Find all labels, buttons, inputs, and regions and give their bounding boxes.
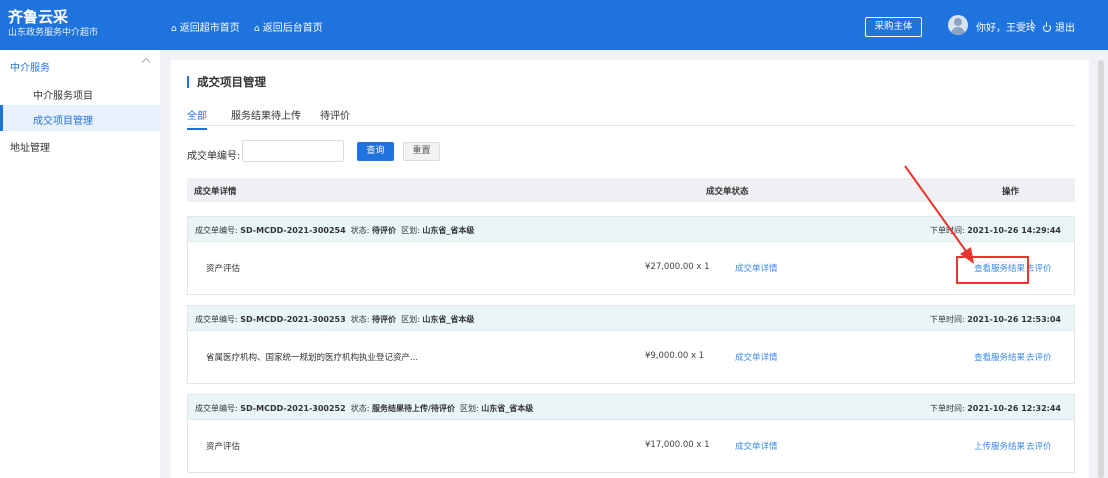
order-time-value: 2021-10-26 12:32:44 [967, 404, 1061, 413]
top-header: 齐鲁云采 山东政务服务中介超市 ⌂ 返回超市首页 ⌂ 返回后台首页 采购主体 你好，… [0, 0, 1108, 50]
order-time-value: 2021-10-26 14:29:44 [967, 226, 1061, 235]
sidebar-group-label: 中介服务 [10, 63, 50, 74]
chevron-up-icon [141, 57, 151, 67]
order-meta: 成交单编号: SD-MCDD-2021-300253 状态: 待评价 区划: 山… [195, 314, 474, 325]
review-link[interactable]: 去评价 [1026, 351, 1052, 363]
order-header: 成交单编号: SD-MCDD-2021-300253 状态: 待评价 区划: 山… [188, 306, 1074, 331]
order-no-label: 成交单编号: [195, 315, 238, 324]
view-service-result-link[interactable]: 查看服务结果 [974, 351, 1025, 363]
order-meta: 成交单编号: SD-MCDD-2021-300254 状态: 待评价 区划: 山… [195, 225, 474, 236]
purchase-entity-button[interactable]: 采购主体 [865, 17, 922, 37]
logout-label: 退出 [1055, 23, 1075, 34]
logo-title: 齐鲁云采 [8, 8, 69, 26]
order-price: ¥27,000.00 x 1 [645, 262, 710, 272]
order-detail-link[interactable]: 成交单详情 [735, 262, 778, 274]
tab-pending-upload[interactable]: 服务结果待上传 [231, 107, 301, 128]
status-label: 状态: [350, 226, 370, 235]
region-label: 区划: [401, 226, 420, 235]
order-price: ¥17,000.00 x 1 [645, 440, 710, 450]
order-no-label: 成交单编号: [195, 404, 238, 413]
sidebar-item-label: 成交项目管理 [33, 116, 93, 127]
avatar-icon[interactable] [948, 15, 968, 35]
status-label: 状态: [350, 315, 370, 324]
nav-admin-home-label: 返回后台首页 [262, 23, 323, 34]
tab-pending-review[interactable]: 待评价 [320, 107, 350, 128]
annotation-highlight-box [956, 256, 1029, 284]
region-label: 区划: [401, 315, 420, 324]
sidebar-item-deal-management[interactable]: 成交项目管理 [0, 105, 160, 131]
order-no: SD-MCDD-2021-300252 [240, 404, 346, 413]
order-detail-link[interactable]: 成交单详情 [735, 351, 778, 363]
region-label: 区划: [460, 404, 479, 413]
sidebar-item-service-projects[interactable]: 中介服务项目 [0, 80, 160, 106]
order-region: 山东省_省本级 [481, 404, 534, 413]
scrollbar-thumb[interactable] [1098, 60, 1104, 478]
order-status: 服务结果待上传/待评价 [372, 404, 455, 413]
order-time-value: 2021-10-26 12:53:04 [967, 315, 1061, 324]
sidebar-item-address-management[interactable]: 地址管理 [10, 139, 50, 154]
user-greeting: 你好，王雯玲 [976, 23, 1036, 34]
order-time-label: 下单时间: [929, 226, 965, 235]
order-time: 下单时间: 2021-10-26 12:53:04 [930, 314, 1061, 325]
order-region: 山东省_省本级 [422, 226, 475, 235]
column-header-status: 成交单状态 [706, 187, 749, 197]
order-header: 成交单编号: SD-MCDD-2021-300252 状态: 服务结果待上传/待… [188, 395, 1074, 420]
reset-button[interactable]: 重置 [403, 142, 440, 161]
review-link[interactable]: 去评价 [1026, 262, 1052, 274]
header-separator: | [1030, 19, 1034, 30]
order-time: 下单时间: 2021-10-26 12:32:44 [930, 403, 1061, 414]
nav-market-home[interactable]: ⌂ 返回超市首页 [171, 19, 240, 34]
order-region: 山东省_省本级 [422, 315, 475, 324]
sidebar: 中介服务 中介服务项目 成交项目管理 地址管理 [0, 50, 160, 478]
nav-admin-home[interactable]: ⌂ 返回后台首页 [254, 19, 323, 34]
order-status: 待评价 [372, 226, 397, 235]
logout-button[interactable]: 退出 [1043, 19, 1075, 34]
order-meta: 成交单编号: SD-MCDD-2021-300252 状态: 服务结果待上传/待… [195, 403, 533, 414]
order-item-name: 资产评估 [206, 442, 241, 452]
home-icon: ⌂ [254, 24, 260, 34]
logo[interactable]: 齐鲁云采 山东政务服务中介超市 [8, 8, 158, 40]
review-link[interactable]: 去评价 [1026, 440, 1052, 452]
tab-bar: 全部 服务结果待上传 待评价 [187, 104, 1075, 130]
order-time-label: 下单时间: [929, 315, 965, 324]
order-card: 成交单编号: SD-MCDD-2021-300253 状态: 待评价 区划: 山… [187, 305, 1075, 384]
order-status: 待评价 [372, 315, 397, 324]
order-number-input[interactable] [242, 140, 344, 162]
order-item-name: 省属医疗机构、国家统一规划的医疗机构执业登记资产... [206, 353, 419, 363]
column-header-details: 成交单详情 [194, 187, 237, 197]
sidebar-group-intermediary[interactable]: 中介服务 [0, 55, 160, 75]
order-card: 成交单编号: SD-MCDD-2021-300254 状态: 待评价 区划: 山… [187, 216, 1075, 295]
table-header: 成交单详情 成交单状态 操作 [187, 178, 1075, 202]
logo-subtitle: 山东政务服务中介超市 [8, 28, 99, 38]
upload-service-result-link[interactable]: 上传服务结果 [974, 440, 1025, 452]
main-panel: 成交项目管理 全部 服务结果待上传 待评价 成交单编号: 查询 重置 成交单详情… [171, 60, 1089, 478]
status-label: 状态: [350, 404, 370, 413]
order-card: 成交单编号: SD-MCDD-2021-300252 状态: 服务结果待上传/待… [187, 394, 1075, 473]
page-title: 成交项目管理 [187, 76, 266, 88]
sidebar-item-label: 中介服务项目 [33, 91, 93, 102]
order-item-name: 资产评估 [206, 264, 241, 274]
page-scrollbar[interactable] [1098, 60, 1104, 478]
search-label: 成交单编号: [187, 151, 241, 162]
home-icon: ⌂ [171, 24, 177, 34]
order-detail-link[interactable]: 成交单详情 [735, 440, 778, 452]
order-header: 成交单编号: SD-MCDD-2021-300254 状态: 待评价 区划: 山… [188, 217, 1074, 242]
nav-market-home-label: 返回超市首页 [179, 23, 240, 34]
tab-all[interactable]: 全部 [187, 107, 207, 130]
order-no-label: 成交单编号: [195, 226, 238, 235]
query-button[interactable]: 查询 [357, 142, 394, 161]
order-time: 下单时间: 2021-10-26 14:29:44 [930, 225, 1061, 236]
power-icon [1043, 22, 1051, 32]
order-time-label: 下单时间: [929, 404, 965, 413]
order-price: ¥9,000.00 x 1 [645, 351, 705, 361]
order-no: SD-MCDD-2021-300253 [240, 315, 346, 324]
order-no: SD-MCDD-2021-300254 [240, 226, 346, 235]
column-header-actions: 操作 [1002, 187, 1020, 197]
